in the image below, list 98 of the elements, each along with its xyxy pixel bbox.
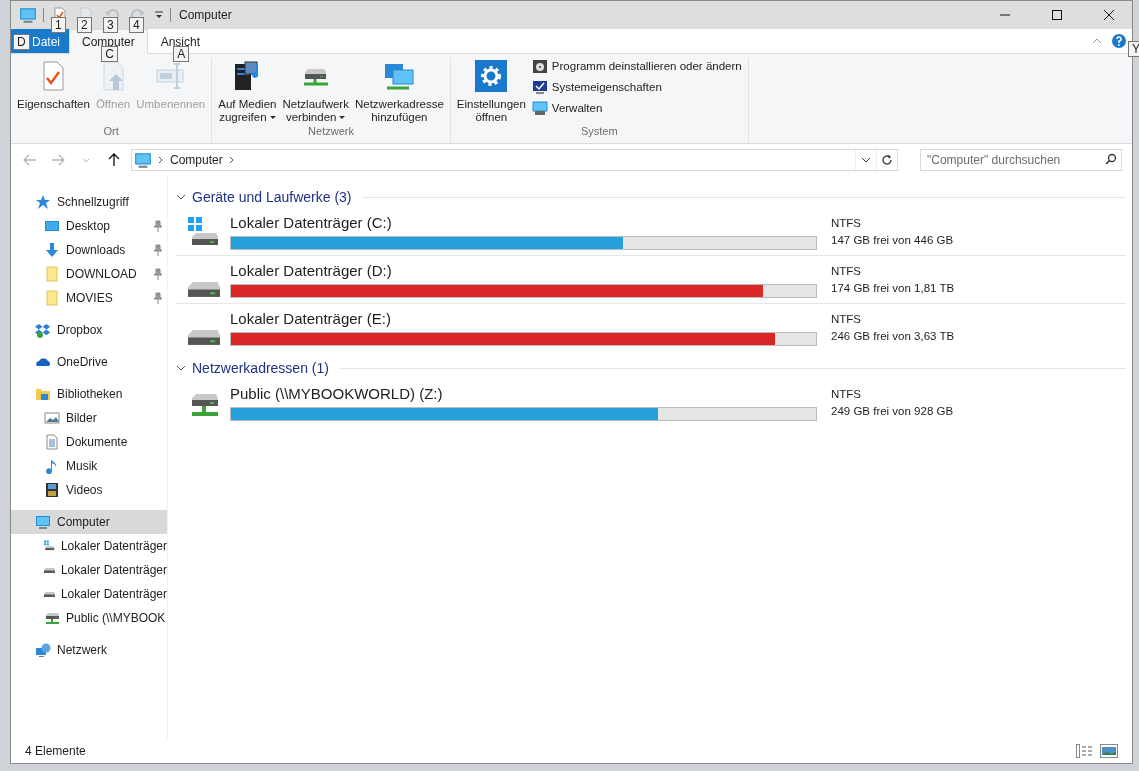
file-system: NTFS: [831, 387, 863, 401]
address-bar[interactable]: Computer: [131, 149, 898, 171]
file-system: NTFS: [831, 264, 863, 278]
pin-icon: [153, 292, 163, 304]
item-count: 4 Elemente: [25, 744, 86, 758]
document-icon: [44, 434, 60, 450]
search-field[interactable]: "Computer" durchsuchen: [920, 149, 1122, 171]
ribbon-button[interactable]: Programm deinstallieren oder ändern: [529, 58, 744, 74]
drive-name[interactable]: Lokaler Datenträger (C:): [230, 213, 817, 232]
breadcrumb-chevron-icon: [228, 156, 235, 164]
computer-icon: [19, 6, 37, 24]
film-strip-icon: [44, 482, 60, 498]
nav-item[interactable]: Musik: [11, 454, 167, 478]
nav-item[interactable]: OneDrive: [11, 350, 167, 374]
nav-item[interactable]: Lokaler Datenträger: [11, 534, 167, 558]
nav-item[interactable]: Computer: [11, 510, 167, 534]
group-label: Ort: [102, 125, 120, 139]
free-space: 249 GB frei von 928 GB: [831, 404, 954, 418]
large-icons-view-icon[interactable]: [1100, 744, 1118, 758]
free-space: 246 GB frei von 3,63 TB: [831, 329, 955, 343]
breadcrumb[interactable]: Computer: [170, 153, 223, 167]
nav-item[interactable]: Lokaler Datenträger: [11, 558, 167, 582]
nav-item[interactable]: Dropbox: [11, 318, 167, 342]
nav-item[interactable]: Schnellzugriff: [11, 190, 167, 214]
star-icon: [35, 194, 51, 210]
network-drive-icon: [44, 610, 60, 626]
nav-item[interactable]: Videos: [11, 478, 167, 502]
file-system: NTFS: [831, 216, 863, 230]
drive-name[interactable]: Lokaler Datenträger (E:): [230, 309, 817, 328]
ribbon-button[interactable]: Auf Medien zugreifen: [216, 58, 279, 125]
ribbon-button[interactable]: Netzwerkadresse hinzufügen: [352, 58, 446, 125]
nav-item[interactable]: MOVIES: [11, 286, 167, 310]
desktop-icon: [44, 218, 60, 234]
settings-icon: [475, 60, 508, 92]
ribbon-button[interactable]: Netzlaufwerk verbinden: [280, 58, 351, 125]
nav-item[interactable]: Desktop: [11, 214, 167, 238]
group-heading: Geräte und Laufwerke (3): [192, 189, 352, 205]
keytip-tooltip: A: [173, 46, 190, 62]
ribbon-button[interactable]: Eigenschaften: [15, 58, 92, 125]
window-title: Computer: [179, 8, 233, 22]
help-icon[interactable]: [1112, 34, 1126, 48]
free-space: 147 GB frei von 446 GB: [831, 233, 954, 247]
folder-icon: [44, 266, 60, 282]
network-globe-icon: [35, 642, 51, 658]
close-icon[interactable]: [1104, 10, 1114, 20]
collapse-chevron-icon[interactable]: [176, 364, 186, 372]
group-heading: Netzwerkadressen (1): [192, 360, 329, 376]
nav-item[interactable]: Netzwerk: [11, 638, 167, 662]
pin-icon: [153, 244, 163, 256]
keytip-tooltip: C: [101, 46, 118, 62]
nav-item[interactable]: Dokumente: [11, 430, 167, 454]
collapse-ribbon-icon: [1092, 38, 1102, 44]
library-folder-icon: [35, 386, 51, 402]
drive-icon: [44, 566, 55, 574]
nav-item[interactable]: Public (\\MYBOOK: [11, 606, 167, 630]
keytip-tooltip: Y: [1128, 41, 1139, 57]
ribbon-button[interactable]: Systemeigenschaften: [529, 79, 744, 95]
nav-item[interactable]: Downloads: [11, 238, 167, 262]
group-label: System: [579, 125, 619, 139]
rename-field-icon: [154, 60, 187, 92]
refresh-icon[interactable]: [881, 154, 893, 166]
dropbox-icon: [35, 322, 51, 338]
breadcrumb-chevron-icon: [158, 156, 164, 164]
collapse-chevron-icon[interactable]: [176, 193, 186, 201]
keytip-tooltip: 3: [103, 17, 118, 33]
pin-icon: [153, 268, 163, 280]
keytip-tooltip: 4: [129, 17, 144, 33]
download-arrow-icon: [44, 242, 60, 258]
folder-icon: [44, 290, 60, 306]
drive-icon: [188, 330, 220, 345]
pin-icon: [153, 220, 163, 232]
file-system: NTFS: [831, 312, 863, 326]
customize-dropdown-icon: [154, 11, 164, 19]
drive-name[interactable]: Lokaler Datenträger (D:): [230, 261, 817, 280]
nav-item[interactable]: Bilder: [11, 406, 167, 430]
picture-icon: [44, 410, 60, 426]
computer-management-icon: [531, 100, 548, 116]
up-arrow-icon[interactable]: [106, 152, 122, 168]
disc-box-icon: [531, 58, 548, 74]
ribbon-button[interactable]: Verwalten: [529, 100, 744, 116]
ribbon-button[interactable]: Einstellungen öffnen: [454, 58, 528, 125]
keytip-tooltip: 1: [51, 17, 66, 33]
monitor-check-icon: [531, 79, 548, 95]
nav-item[interactable]: Lokaler Datenträger: [11, 582, 167, 606]
maximize-icon[interactable]: [1052, 10, 1062, 20]
keytip-tooltip: D: [13, 34, 30, 50]
monitor-icon: [35, 514, 51, 530]
group-label: Netzwerk: [307, 125, 355, 139]
nav-item[interactable]: Bibliotheken: [11, 382, 167, 406]
details-view-icon[interactable]: [1076, 744, 1094, 758]
keytip-tooltip: 2: [77, 17, 92, 33]
drive-name[interactable]: Public (\\MYBOOKWORLD) (Z:): [230, 384, 817, 403]
drive-icon: [188, 282, 220, 297]
nav-item[interactable]: DOWNLOAD: [11, 262, 167, 286]
monitor-icon: [134, 151, 152, 169]
drive-icon: [44, 590, 55, 598]
dropdown-chevron-icon[interactable]: [861, 157, 871, 163]
free-space: 174 GB frei von 1,81 TB: [831, 281, 955, 295]
